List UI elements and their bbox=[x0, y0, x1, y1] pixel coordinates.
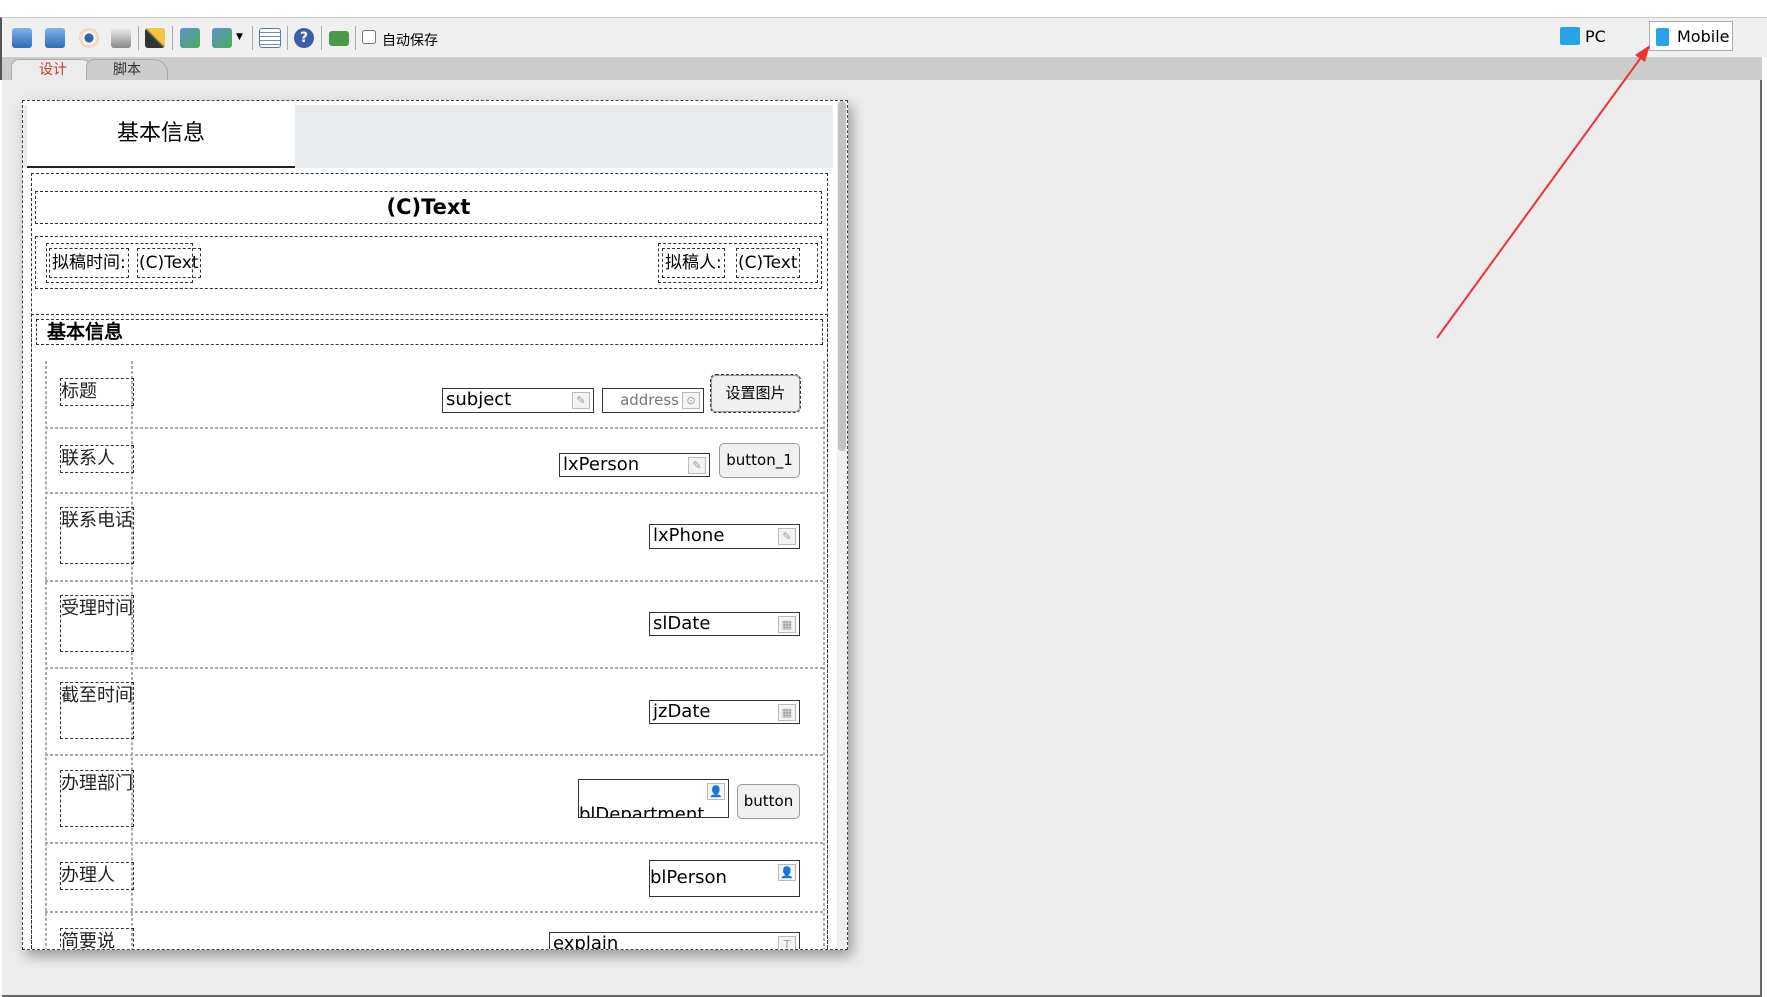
annotation-arrow bbox=[1436, 45, 1650, 339]
arrow-head bbox=[1635, 45, 1650, 62]
arrow-line bbox=[1436, 51, 1646, 339]
